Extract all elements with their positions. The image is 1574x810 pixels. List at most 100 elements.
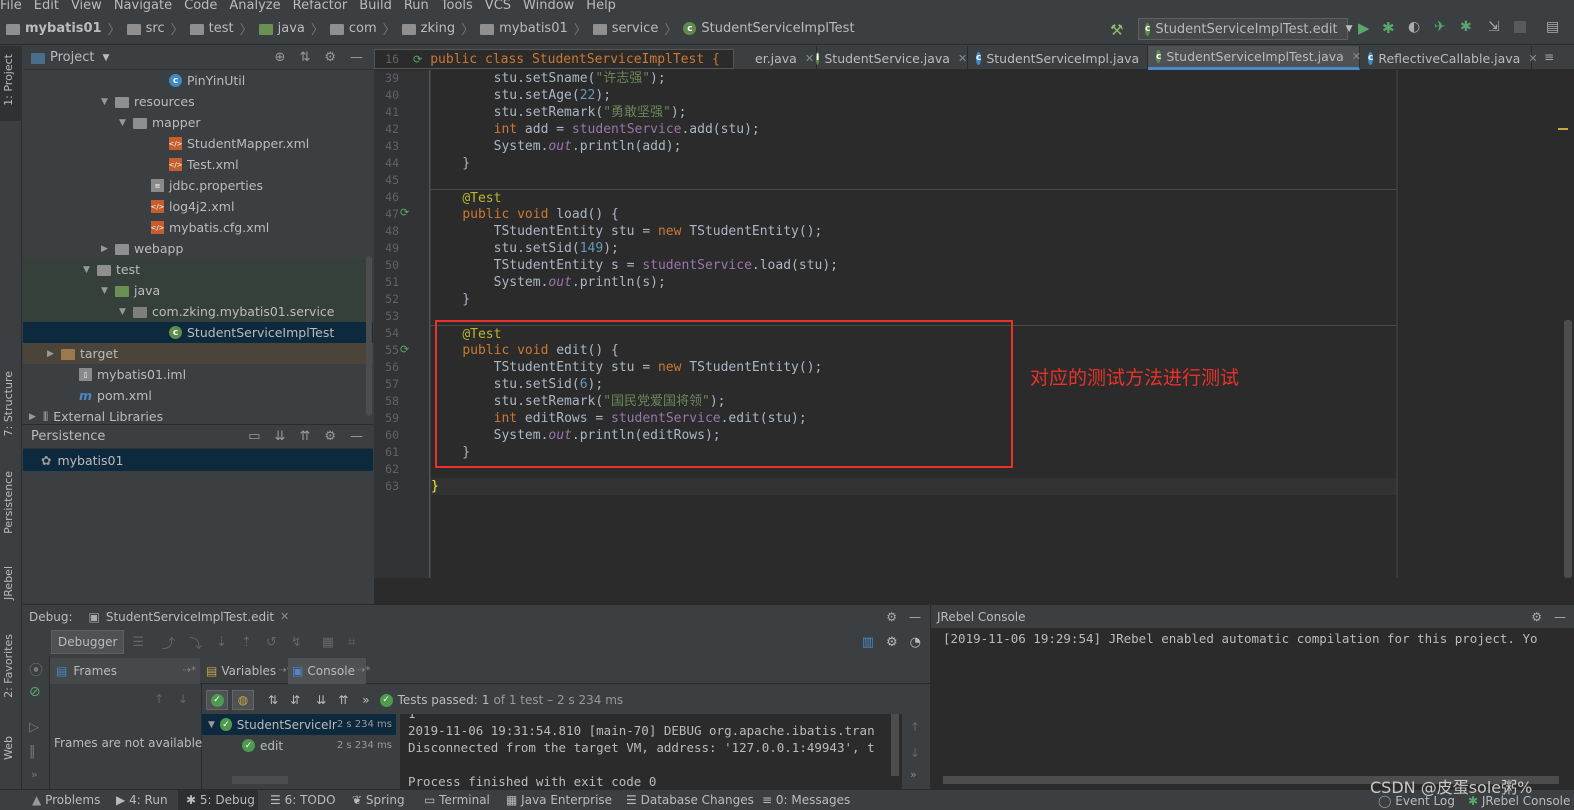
breadcrumb-com[interactable]: com	[349, 21, 377, 36]
persistence-panel-title[interactable]: Persistence	[31, 429, 105, 444]
project-tree-item[interactable]: ▼ resources	[23, 91, 373, 112]
collapse-all-icon[interactable]: ⇅	[299, 50, 310, 65]
more-icon[interactable]: »	[31, 768, 38, 781]
menu-file[interactable]: File	[0, 0, 22, 12]
close-icon[interactable]: ✕	[280, 610, 289, 623]
threads-icon[interactable]: ☰	[132, 635, 144, 650]
project-tree-item[interactable]: ▼ com.zking.mybatis01.service	[23, 301, 373, 322]
menu-refactor[interactable]: Refactor	[293, 0, 348, 12]
variables-tab[interactable]: ▤ Variables ⇢*	[200, 658, 292, 684]
problems-tab[interactable]: ▲ Problems	[32, 793, 100, 807]
menu-help[interactable]: Help	[586, 0, 616, 12]
jrebel-console-body[interactable]: [2019-11-06 19:29:54] JRebel enabled aut…	[930, 628, 1574, 789]
project-tree-item[interactable]: </> Test.xml	[23, 154, 373, 175]
scroll-thumb[interactable]	[1564, 320, 1572, 578]
project-tree-item[interactable]: </> mybatis.cfg.xml	[23, 217, 373, 238]
project-tree-item[interactable]: ▯ mybatis01.iml	[23, 364, 373, 385]
project-scrollbar[interactable]	[366, 256, 372, 416]
project-tree-item[interactable]: c PinYinUtil	[23, 70, 373, 91]
tab-reflectivecallable-java[interactable]: c ReflectiveCallable.java ✕	[1360, 46, 1538, 70]
step-over-icon[interactable]: ⤵	[189, 633, 202, 652]
more-icon[interactable]: »	[910, 768, 917, 781]
project-panel-title[interactable]: Project	[50, 50, 94, 65]
breadcrumb-class[interactable]: StudentServiceImplTest	[701, 21, 854, 36]
project-structure-icon[interactable]: ▤	[1546, 19, 1559, 35]
tab-studentserviceimpl-java[interactable]: c StudentServiceImpl.java✕	[968, 46, 1156, 70]
jrebel-run-icon[interactable]: ✈	[1434, 19, 1446, 35]
chevron-down-icon[interactable]: ▼	[102, 53, 109, 63]
sort-alpha-icon[interactable]: ⇅	[268, 693, 278, 707]
persistence-item[interactable]: ✿ mybatis01	[23, 449, 373, 471]
menu-run[interactable]: Run	[404, 0, 429, 12]
gear-icon[interactable]: ⚙	[886, 610, 897, 624]
project-tree-item[interactable]: c StudentServiceImplTest	[23, 322, 373, 343]
tab-studentserviceimpltest-java[interactable]: c StudentServiceImplTest.java ✕	[1148, 46, 1361, 70]
stop-icon[interactable]: ‖	[29, 744, 36, 759]
test-tree-row[interactable]: ✓ edit 2 s 234 ms	[202, 735, 396, 756]
expand-all-icon[interactable]: ⇊	[275, 429, 286, 444]
run-config-select[interactable]: c StudentServiceImplTest.edit ▼	[1138, 18, 1353, 40]
menu-tools[interactable]: Tools	[441, 0, 473, 12]
step-out-icon[interactable]: ⇡	[241, 635, 252, 650]
hide-icon[interactable]: —	[1554, 610, 1566, 624]
show-execution-point-icon[interactable]: ⤴	[162, 633, 175, 652]
arrow-down-icon[interactable]: ↓	[910, 746, 920, 760]
run-gutter-icon[interactable]: ⟳	[413, 53, 422, 66]
pause-icon[interactable]: ▷	[29, 720, 39, 735]
show-passed-toggle[interactable]: ✓	[206, 690, 228, 710]
project-tool-tab[interactable]: 1: Project	[2, 54, 15, 106]
warning-marker[interactable]	[1558, 128, 1568, 130]
chevron-down-icon[interactable]: ▼	[119, 307, 133, 317]
console-output[interactable]: 1 2019-11-06 19:31:54.810 [main-70] DEBU…	[400, 714, 902, 789]
show-ignored-toggle[interactable]: ◍	[232, 690, 254, 710]
chevron-right-icon[interactable]: ▶	[101, 244, 115, 254]
restore-layout-icon[interactable]: ▥	[862, 635, 874, 650]
sort-duration-icon[interactable]: ⇵	[290, 693, 300, 707]
project-tree-item[interactable]: ▼ java	[23, 280, 373, 301]
project-tree-item[interactable]: </> log4j2.xml	[23, 196, 373, 217]
drop-frame-icon[interactable]: ↺	[266, 635, 277, 650]
debug-bug-icon[interactable]: ✱	[1382, 19, 1395, 37]
arrow-down-icon[interactable]: ↓	[178, 692, 188, 706]
expand-all-icon[interactable]: ⇊	[316, 693, 326, 707]
horizontal-scrollbar[interactable]	[232, 776, 288, 784]
project-tree-item[interactable]: m pom.xml	[23, 385, 373, 406]
todo-tab[interactable]: ☰ 6: TODO	[270, 793, 336, 807]
diagram-icon[interactable]: ▭	[248, 429, 260, 444]
test-tree-row[interactable]: ▼ ✓ StudentServiceIr 2 s 234 ms	[202, 714, 396, 735]
run-icon[interactable]: ▶	[1358, 19, 1370, 37]
breadcrumb-java[interactable]: java	[278, 21, 305, 36]
menu-vcs[interactable]: VCS	[485, 0, 511, 12]
editor-scrollbar[interactable]	[1558, 70, 1574, 578]
chevron-down-icon[interactable]: ▼	[119, 118, 133, 128]
close-icon[interactable]: ✕	[1528, 52, 1537, 65]
run-tab[interactable]: ▶ 4: Run	[116, 793, 168, 807]
run-to-cursor-icon[interactable]: ↯	[291, 635, 302, 650]
breadcrumb-project[interactable]: mybatis01	[25, 21, 102, 36]
trace-icon[interactable]: ⌗	[348, 635, 355, 650]
arrow-up-icon[interactable]: ↑	[910, 720, 920, 734]
breadcrumb-service[interactable]: service	[612, 21, 659, 36]
chevron-down-icon[interactable]: ▼	[101, 97, 115, 107]
attach-icon[interactable]: ⇲	[1488, 19, 1500, 35]
project-tree-item[interactable]: ≡ jdbc.properties	[23, 175, 373, 196]
memory-icon[interactable]: ◔	[910, 635, 921, 650]
resume-icon[interactable]: ⦿	[29, 660, 43, 680]
java-enterprise-tab[interactable]: ▦ Java Enterprise	[506, 793, 612, 807]
database-changes-tab[interactable]: ☰ Database Changes	[626, 793, 754, 807]
frames-tab[interactable]: ▤ Frames ⇢*	[50, 657, 200, 684]
close-icon[interactable]: ✕	[958, 52, 967, 65]
tab-mapper-java[interactable]: er.java ✕	[747, 46, 817, 70]
console-scrollbar[interactable]	[891, 714, 899, 776]
gear-icon[interactable]: ⚙	[324, 429, 336, 444]
persistence-tool-tab[interactable]: Persistence	[2, 471, 15, 534]
favorites-tool-tab[interactable]: 2: Favorites	[2, 634, 15, 698]
menu-navigate[interactable]: Navigate	[114, 0, 172, 12]
chevron-down-icon[interactable]: ▼	[101, 286, 115, 296]
chevron-right-icon[interactable]: ▶	[29, 412, 43, 422]
menu-window[interactable]: Window	[523, 0, 574, 12]
project-tree-item[interactable]: </> StudentMapper.xml	[23, 133, 373, 154]
web-tool-tab[interactable]: Web	[2, 736, 15, 760]
debug-session-tab[interactable]: StudentServiceImplTest.edit	[106, 610, 274, 624]
menu-view[interactable]: View	[71, 0, 102, 12]
